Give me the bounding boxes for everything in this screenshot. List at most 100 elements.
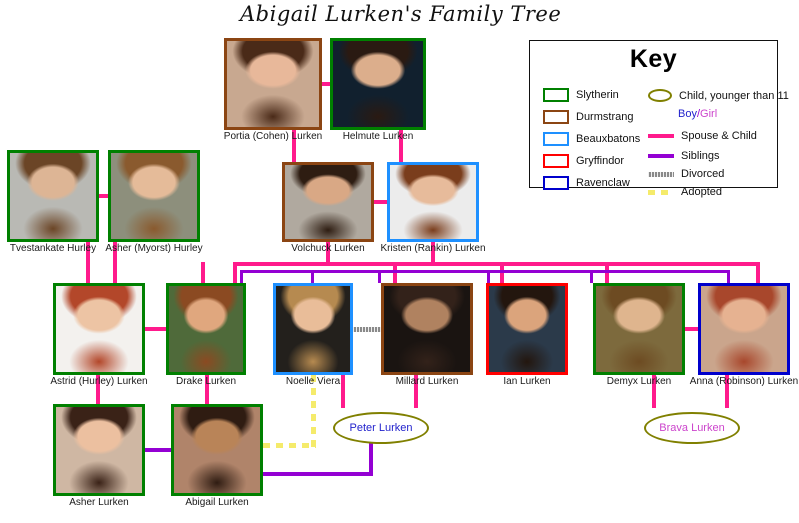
- portrait-frame-abigail: [171, 404, 263, 496]
- person-name-portia: Portia (Cohen) Lurken: [223, 131, 323, 142]
- house-label-slytherin: Slytherin: [576, 89, 619, 101]
- person-name-helmute: Helmute Lurken: [342, 131, 414, 142]
- key-house-beauxbatons: Beauxbatons: [543, 132, 640, 146]
- key-siblings-label: Siblings: [681, 150, 720, 162]
- person-name-tvestankate: Tvestankate Hurley: [9, 243, 97, 254]
- person-card-asher_m[interactable]: Asher (Myorst) Hurley: [105, 150, 203, 256]
- person-card-kristen[interactable]: Kristen (Rankin) Lurken: [380, 162, 486, 256]
- child-oval-brava[interactable]: Brava Lurken: [644, 412, 740, 444]
- key-house-ravenclaw: Ravenclaw: [543, 176, 630, 190]
- key-line-divorced: Divorced: [648, 168, 724, 180]
- person-card-millard[interactable]: Millard Lurken: [381, 283, 473, 389]
- person-card-tvestankate[interactable]: Tvestankate Hurley: [7, 150, 99, 256]
- portrait-photo-millard: [384, 286, 470, 372]
- portrait-photo-kristen: [390, 165, 476, 239]
- person-card-ian[interactable]: Ian Lurken: [486, 283, 568, 389]
- child-oval-icon: [648, 89, 672, 102]
- portrait-photo-ian: [489, 286, 565, 372]
- portrait-photo-astrid: [56, 286, 142, 372]
- house-label-beauxbatons: Beauxbatons: [576, 133, 641, 145]
- adopted-line-icon: [648, 189, 674, 195]
- person-name-abigail: Abigail Lurken: [185, 497, 249, 508]
- sibling-line-asher-abigail: [145, 448, 171, 452]
- portrait-frame-tvestankate: [7, 150, 99, 242]
- person-card-astrid[interactable]: Astrid (Hurley) Lurken: [50, 283, 148, 389]
- portrait-frame-millard: [381, 283, 473, 375]
- portrait-frame-anna: [698, 283, 790, 375]
- sibling-leg-anna: [727, 270, 730, 283]
- person-name-demyx: Demyx Lurken: [606, 376, 672, 387]
- person-name-noelle: Noelle Viera: [285, 376, 341, 387]
- key-house-durmstrang: Durmstrang: [543, 110, 633, 124]
- portrait-frame-helmute: [330, 38, 426, 130]
- portrait-frame-demyx: [593, 283, 685, 375]
- person-name-millard: Millard Lurken: [395, 376, 459, 387]
- person-card-noelle[interactable]: Noelle Viera: [273, 283, 353, 389]
- person-name-ian: Ian Lurken: [503, 376, 551, 387]
- key-child-label: Child, younger than 11: [679, 89, 789, 102]
- sibling-leg-noelle: [311, 270, 314, 283]
- portrait-photo-volchuck: [285, 165, 371, 239]
- sibling-leg-ian: [487, 270, 490, 283]
- key-girl-label: Girl: [700, 108, 718, 120]
- key-line-siblings: Siblings: [648, 150, 720, 162]
- portrait-frame-asher_m: [108, 150, 200, 242]
- key-house-slytherin: Slytherin: [543, 88, 619, 102]
- sibling-line-abigail-peter-h: [263, 472, 373, 476]
- page-title: Abigail Lurken's Family Tree: [240, 2, 562, 26]
- sibling-leg-demyx: [590, 270, 593, 283]
- portrait-photo-asher_m: [111, 153, 197, 239]
- person-card-abigail[interactable]: Abigail Lurken: [171, 404, 263, 510]
- key-spouse-label: Spouse & Child: [681, 130, 757, 142]
- portrait-frame-noelle: [273, 283, 353, 375]
- portrait-photo-helmute: [333, 41, 423, 127]
- person-card-portia[interactable]: Portia (Cohen) Lurken: [224, 38, 322, 144]
- portrait-frame-kristen: [387, 162, 479, 242]
- sibling-leg-drake: [240, 270, 243, 283]
- siblings-line-icon: [648, 154, 674, 158]
- portrait-photo-noelle: [276, 286, 350, 372]
- house-swatch-gryffindor: [543, 154, 569, 168]
- person-card-drake[interactable]: Drake Lurken: [166, 283, 246, 389]
- portrait-photo-anna: [701, 286, 787, 372]
- house-swatch-slytherin: [543, 88, 569, 102]
- person-card-anna[interactable]: Anna (Robinson) Lurken: [690, 283, 798, 389]
- portrait-frame-drake: [166, 283, 246, 375]
- adopted-line-horizontal: [263, 443, 316, 448]
- portrait-frame-volchuck: [282, 162, 374, 242]
- portrait-photo-abigail: [174, 407, 260, 493]
- spouse-line-astrid-drake: [143, 327, 168, 331]
- person-card-demyx[interactable]: Demyx Lurken: [593, 283, 685, 389]
- person-card-volchuck[interactable]: Volchuck Lurken: [282, 162, 374, 256]
- portrait-frame-astrid: [53, 283, 145, 375]
- portrait-frame-portia: [224, 38, 322, 130]
- person-name-drake: Drake Lurken: [175, 376, 237, 387]
- house-swatch-durmstrang: [543, 110, 569, 124]
- spouse-line-icon: [648, 134, 674, 138]
- house-swatch-ravenclaw: [543, 176, 569, 190]
- portrait-photo-tvestankate: [10, 153, 96, 239]
- child-oval-peter[interactable]: Peter Lurken: [333, 412, 429, 444]
- person-name-volchuck: Volchuck Lurken: [291, 243, 365, 254]
- portrait-photo-asher_l: [56, 407, 142, 493]
- key-child-oval: Child, younger than 11: [648, 89, 789, 102]
- house-swatch-beauxbatons: [543, 132, 569, 146]
- family-tree-canvas: Abigail Lurken's Family Tree Portia (Coh…: [0, 0, 799, 523]
- key-boy-girl: Boy/Girl: [678, 108, 717, 120]
- sibling-line-abigail-peter-v: [369, 442, 373, 476]
- divorced-line-icon: [648, 171, 674, 177]
- key-divorced-label: Divorced: [681, 168, 725, 180]
- person-card-asher_l[interactable]: Asher Lurken: [53, 404, 145, 510]
- person-card-helmute[interactable]: Helmute Lurken: [330, 38, 426, 144]
- key-adopted-label: Adopted: [681, 186, 722, 198]
- child-leg-drake: [201, 262, 205, 283]
- portrait-frame-asher_l: [53, 404, 145, 496]
- child-name-peter: Peter Lurken: [349, 422, 413, 434]
- person-name-asher_m: Asher (Myorst) Hurley: [105, 243, 203, 254]
- key-line-spouse: Spouse & Child: [648, 130, 757, 142]
- house-label-ravenclaw: Ravenclaw: [576, 177, 630, 189]
- person-name-anna: Anna (Robinson) Lurken: [689, 376, 799, 387]
- key-line-adopted: Adopted: [648, 186, 722, 198]
- divorced-line-noelle-millard: [353, 327, 381, 332]
- person-name-asher_l: Asher Lurken: [69, 497, 129, 508]
